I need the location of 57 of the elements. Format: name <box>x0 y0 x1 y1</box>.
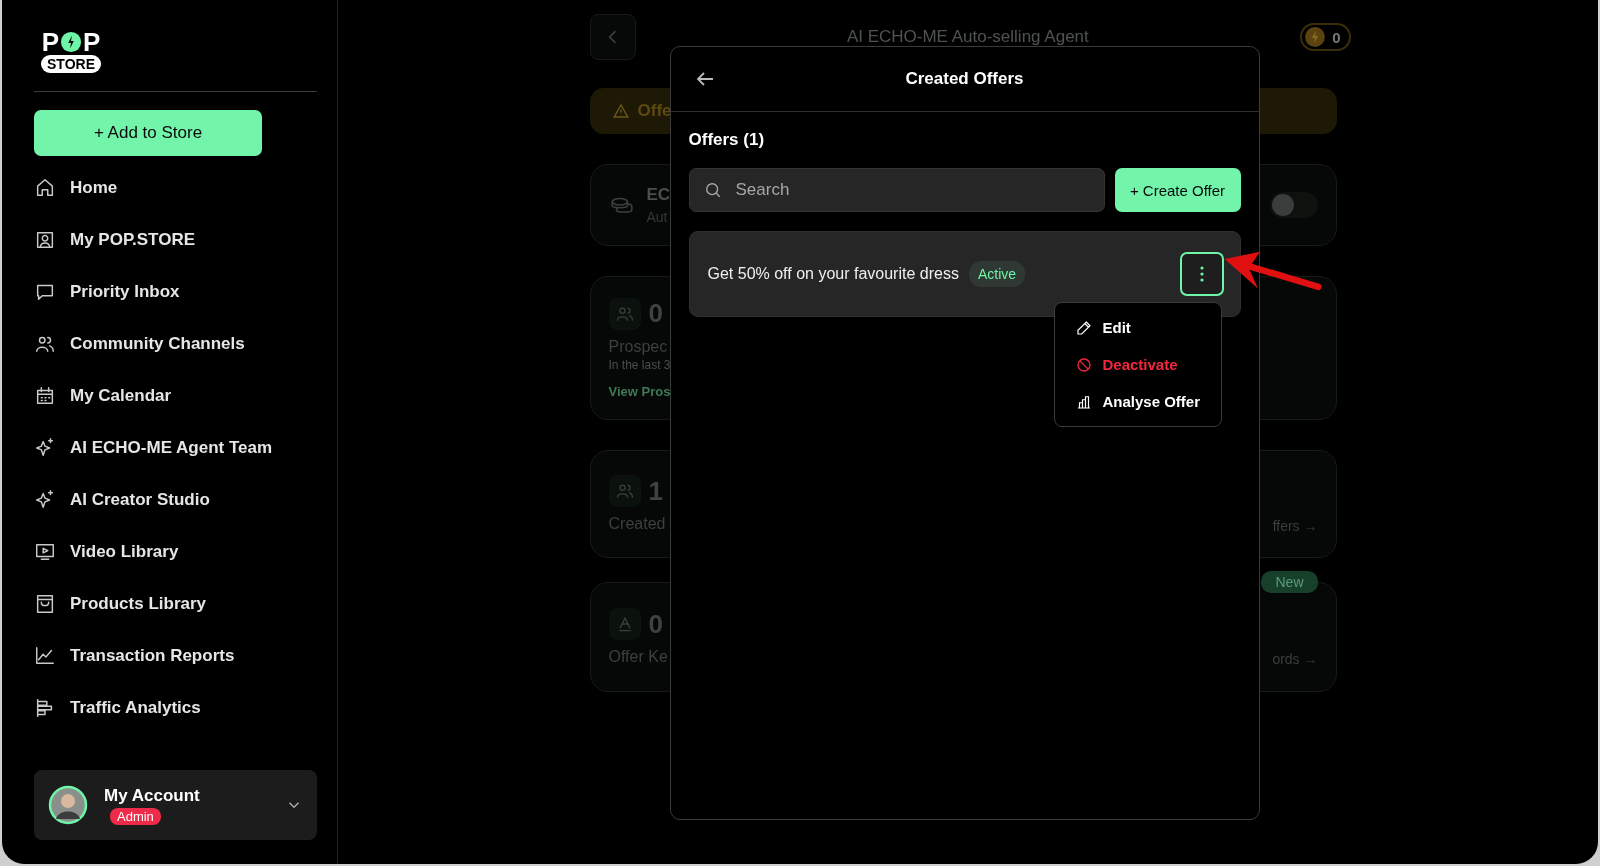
users-icon <box>608 475 641 507</box>
toggle-switch[interactable] <box>1269 192 1318 218</box>
status-badge: Active <box>968 261 1026 287</box>
created-label: Created <box>608 515 666 533</box>
menu-item[interactable]: Deactivate <box>1054 346 1221 383</box>
banner-text: Offe <box>637 101 672 121</box>
search-field[interactable]: Search <box>688 168 1105 212</box>
role-badge: Admin <box>110 807 161 825</box>
sidebar-item[interactable]: Transaction Reports <box>34 630 317 682</box>
sidebar-item[interactable]: AI Creator Studio <box>34 474 317 526</box>
line-chart-icon <box>34 645 56 667</box>
offer-title: Get 50% off on your favourite dress <box>707 265 959 283</box>
calendar-icon <box>34 385 56 407</box>
prospects-label: Prospec <box>608 337 668 356</box>
sidebar-item[interactable]: My POP.STORE <box>34 214 317 266</box>
prospects-note: In the last 3 <box>608 357 671 372</box>
logo[interactable]: P P STORE <box>34 30 108 73</box>
more-vertical-icon <box>1198 264 1205 284</box>
offer-card[interactable]: Get 50% off on your favourite dress Active <box>688 231 1241 317</box>
section-title: Offers (1) <box>688 130 766 150</box>
agent-name: EC <box>646 185 671 205</box>
more-options-button[interactable] <box>1179 252 1224 296</box>
sidebar-item[interactable]: Priority Inbox <box>34 266 317 318</box>
home-icon <box>34 177 56 199</box>
view-prospects-link[interactable]: View Pros <box>608 383 671 399</box>
users-icon <box>608 297 641 330</box>
keywords-count: 0 <box>648 608 663 640</box>
modal-title: Created Offers <box>905 69 1024 89</box>
new-badge: New <box>1261 571 1318 593</box>
menu-item[interactable]: Analyse Offer <box>1054 383 1221 420</box>
page-title: AI ECHO-ME Auto-selling Agent <box>845 27 1090 47</box>
account-card[interactable]: My Account Admin <box>34 770 317 840</box>
prohibited-icon <box>1074 355 1093 374</box>
sparkle-icon <box>34 489 56 511</box>
sparkle-icon <box>34 437 56 459</box>
sidebar-item[interactable]: Home <box>34 162 317 214</box>
sidebar-item[interactable]: Products Library <box>34 578 317 630</box>
pencil-icon <box>1074 318 1093 337</box>
sidebar-item[interactable]: My Calendar <box>34 370 317 422</box>
warning-icon <box>611 102 630 120</box>
text-icon <box>608 608 641 640</box>
sidebar-item[interactable]: Community Channels <box>34 318 317 370</box>
coin-icon <box>1304 26 1327 48</box>
keywords-label: Offer Ke <box>608 648 668 666</box>
video-icon <box>34 541 56 563</box>
prospects-count: 0 <box>648 298 663 329</box>
bag-icon <box>34 593 56 615</box>
sidebar-item[interactable]: Traffic Analytics <box>34 682 317 734</box>
account-name: My Account <box>104 785 200 806</box>
sidebar-item[interactable]: Video Library <box>34 526 317 578</box>
sidebar-item[interactable]: AI ECHO-ME Agent Team <box>34 422 317 474</box>
create-offer-button[interactable]: + Create Offer <box>1114 168 1241 212</box>
created-count: 1 <box>648 475 663 507</box>
credits-pill[interactable]: 0 <box>1300 23 1351 51</box>
portrait-icon <box>34 229 56 251</box>
avatar <box>48 785 88 825</box>
add-to-store-button[interactable]: + Add to Store <box>34 110 262 156</box>
